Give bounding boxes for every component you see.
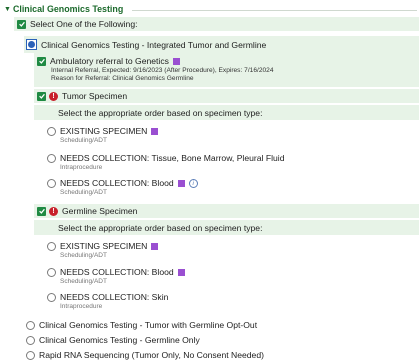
option-label: NEEDS COLLECTION: Blood <box>60 178 174 188</box>
option-sublabel: Intraprocedure <box>60 164 103 171</box>
purple-square-icon <box>177 179 185 187</box>
option-label: EXISTING SPECIMEN <box>60 126 148 136</box>
tumor-option-tissue[interactable]: NEEDS COLLECTION: Tissue, Bone Marrow, P… <box>47 153 284 163</box>
tumor-instruction: Select the appropriate order based on sp… <box>58 108 263 118</box>
tumor-option-existing[interactable]: EXISTING SPECIMEN <box>47 126 159 136</box>
referral-row[interactable]: Ambulatory referral to Genetics <box>37 56 180 66</box>
warning-icon: ! <box>49 91 58 101</box>
tumor-header-row[interactable]: ! Tumor Specimen <box>37 91 127 101</box>
option-sublabel: Scheduling/ADT <box>60 252 107 259</box>
radio-button[interactable] <box>47 241 56 251</box>
caret-down-icon: ▼ <box>4 5 11 13</box>
option-tumor-germline-optout[interactable]: Clinical Genomics Testing - Tumor with G… <box>26 320 257 330</box>
purple-square-icon <box>151 127 159 135</box>
option-label: Rapid RNA Sequencing (Tumor Only, No Con… <box>39 350 264 360</box>
tumor-option-blood[interactable]: NEEDS COLLECTION: Blood i <box>47 178 198 188</box>
radio-button[interactable] <box>47 126 56 136</box>
germline-option-blood[interactable]: NEEDS COLLECTION: Blood <box>47 267 185 277</box>
radio-button[interactable] <box>26 320 35 330</box>
germline-checkbox[interactable] <box>37 206 46 216</box>
option-label: NEEDS COLLECTION: Skin <box>60 292 169 302</box>
option-sublabel: Intraprocedure <box>60 303 103 310</box>
selected-option-row[interactable]: Clinical Genomics Testing - Integrated T… <box>26 39 266 50</box>
radio-button[interactable] <box>26 335 35 345</box>
referral-details-1: Internal Referral, Expected: 9/16/2023 (… <box>51 67 274 74</box>
purple-square-icon <box>177 268 185 276</box>
info-icon[interactable]: i <box>188 178 198 188</box>
radio-button[interactable] <box>47 267 56 277</box>
option-sublabel: Scheduling/ADT <box>60 278 107 285</box>
select-one-label: Select One of the Following: <box>30 19 138 29</box>
germline-option-skin[interactable]: NEEDS COLLECTION: Skin <box>47 292 168 302</box>
warning-icon: ! <box>49 206 58 216</box>
option-label: Clinical Genomics Testing - Germline Onl… <box>39 335 200 345</box>
option-label: NEEDS COLLECTION: Tissue, Bone Marrow, P… <box>60 153 285 163</box>
radio-button[interactable] <box>47 153 56 163</box>
germline-option-existing[interactable]: EXISTING SPECIMEN <box>47 241 159 251</box>
purple-square-icon <box>172 57 180 65</box>
option-label: Clinical Genomics Testing - Tumor with G… <box>39 320 258 330</box>
select-one-checkbox[interactable] <box>17 19 26 29</box>
section-title: Clinical Genomics Testing <box>12 4 124 14</box>
section-header[interactable]: ▼ Clinical Genomics Testing <box>4 4 123 14</box>
germline-header-row[interactable]: ! Germline Specimen <box>37 206 137 216</box>
selected-option-label: Clinical Genomics Testing - Integrated T… <box>41 39 267 50</box>
option-rapid-rna[interactable]: Rapid RNA Sequencing (Tumor Only, No Con… <box>26 350 264 360</box>
section-divider <box>132 10 417 11</box>
tumor-title: Tumor Specimen <box>62 91 128 101</box>
germline-title: Germline Specimen <box>62 206 138 216</box>
option-germline-only[interactable]: Clinical Genomics Testing - Germline Onl… <box>26 335 200 345</box>
option-sublabel: Scheduling/ADT <box>60 189 107 196</box>
option-sublabel: Scheduling/ADT <box>60 137 107 144</box>
tumor-checkbox[interactable] <box>37 91 46 101</box>
germline-instruction: Select the appropriate order based on sp… <box>58 223 263 233</box>
radio-button[interactable] <box>26 350 35 360</box>
selected-radio[interactable] <box>26 39 37 50</box>
referral-checkbox[interactable] <box>37 56 46 66</box>
radio-button[interactable] <box>47 292 56 302</box>
select-one-row[interactable]: Select One of the Following: <box>17 19 137 29</box>
option-label: NEEDS COLLECTION: Blood <box>60 267 174 277</box>
referral-title[interactable]: Ambulatory referral to Genetics <box>50 56 169 66</box>
option-label: EXISTING SPECIMEN <box>60 241 148 251</box>
purple-square-icon <box>151 242 159 250</box>
radio-button[interactable] <box>47 178 56 188</box>
referral-details-2: Reason for Referral: Clinical Genomics G… <box>51 75 194 82</box>
